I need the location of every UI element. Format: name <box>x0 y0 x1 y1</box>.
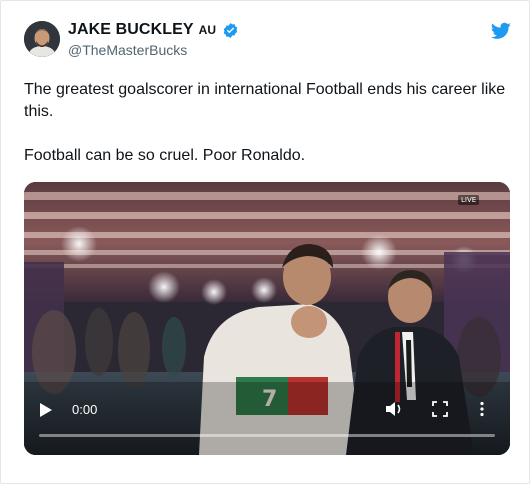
twitter-bird-icon[interactable] <box>491 22 511 40</box>
tweet-card[interactable]: JAKE BUCKLEY AU @TheMasterBucks The grea… <box>0 0 530 484</box>
tweet-paragraph: Football can be so cruel. Poor Ronaldo. <box>24 147 306 164</box>
more-icon[interactable] <box>479 401 485 417</box>
fullscreen-icon[interactable] <box>432 401 448 417</box>
tweet-text: The greatest goalscorer in international… <box>24 79 514 167</box>
video-progress-bar[interactable] <box>39 434 495 437</box>
video-time: 0:00 <box>72 402 98 417</box>
author-row: JAKE BUCKLEY AU <box>68 21 239 39</box>
verified-badge-icon <box>223 22 238 38</box>
author-name[interactable]: JAKE BUCKLEY <box>68 21 194 39</box>
play-icon[interactable] <box>39 402 53 418</box>
tweet-paragraph: The greatest goalscorer in international… <box>24 81 506 120</box>
volume-icon[interactable] <box>385 401 403 417</box>
avatar[interactable] <box>24 21 60 57</box>
live-badge: LIVE <box>458 195 480 205</box>
author-flag: AU <box>198 23 217 37</box>
author-handle[interactable]: @TheMasterBucks <box>68 42 187 58</box>
video-player[interactable]: 7 LIVE 0:00 <box>24 182 510 455</box>
